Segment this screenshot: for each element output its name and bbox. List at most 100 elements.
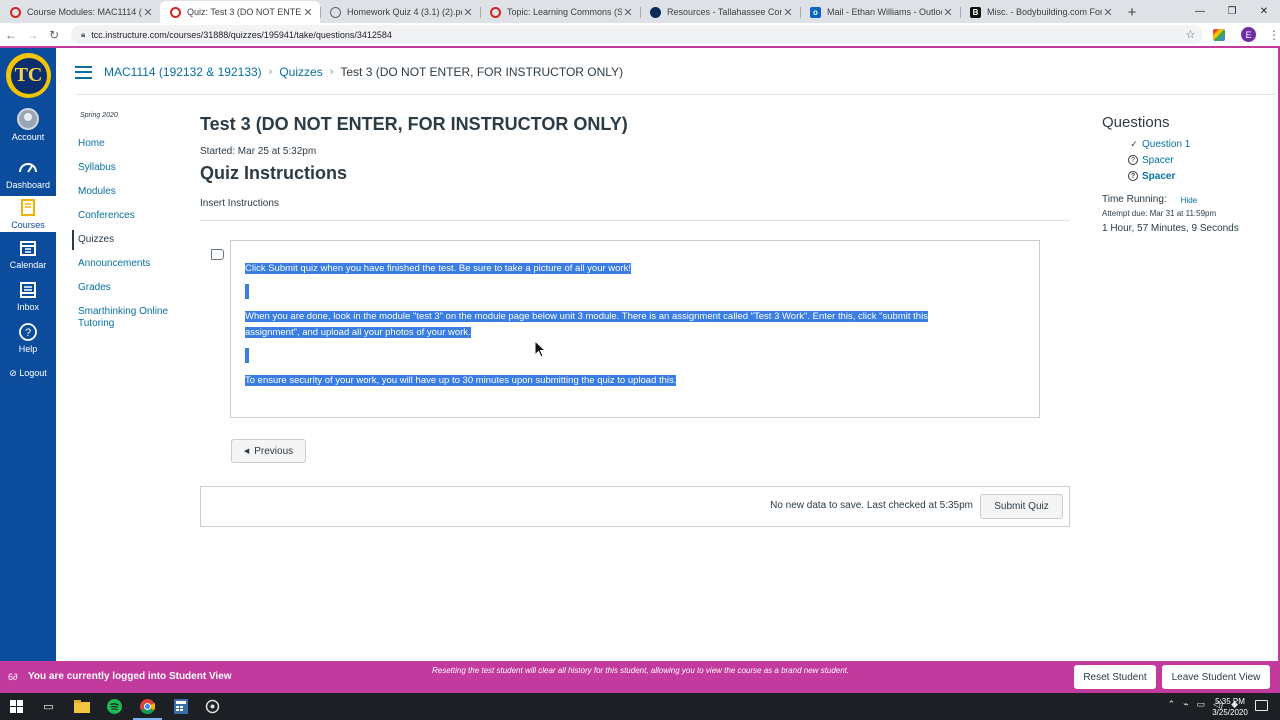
close-window-icon[interactable]: ✕: [1248, 0, 1280, 22]
course-nav-grades[interactable]: Grades: [72, 278, 187, 298]
browser-menu-icon[interactable]: ⋮: [1268, 28, 1280, 42]
attempt-due: Attempt due: Mar 31 at 11:59pm: [1102, 209, 1217, 218]
browser-tab[interactable]: Course Modules: MAC1114 (192 ✕: [0, 1, 160, 23]
global-nav-label: Calendar: [9, 260, 47, 270]
windows-logo-icon: [10, 700, 23, 713]
new-tab-button[interactable]: +: [1120, 1, 1144, 23]
windows-start-icon[interactable]: [8, 698, 25, 715]
calendar-icon: [20, 241, 36, 256]
close-icon[interactable]: ✕: [302, 6, 314, 19]
hide-timer-link[interactable]: Hide: [1181, 194, 1197, 207]
tray-chevron-icon[interactable]: ⌃: [1168, 699, 1176, 710]
browser-tab[interactable]: Homework Quiz 4 (3.1) (2).pdf ✕: [320, 1, 480, 23]
calculator-app-icon: [173, 699, 188, 714]
breadcrumb-course[interactable]: MAC1114 (192132 & 192133): [104, 65, 262, 79]
breadcrumb-quizzes[interactable]: Quizzes: [279, 65, 322, 79]
flag-question-icon[interactable]: [211, 249, 224, 260]
course-nav-smarthinking[interactable]: Smarthinking Online Tutoring: [72, 302, 187, 334]
question-box: Click Submit quiz when you have finished…: [230, 240, 1040, 418]
global-nav-account[interactable]: Account: [0, 108, 56, 142]
question-link-label: Question 1: [1142, 138, 1191, 150]
chrome-icon[interactable]: [133, 698, 162, 720]
back-icon[interactable]: ←: [0, 28, 22, 42]
student-view-frame-top: [0, 46, 1280, 48]
task-view-icon[interactable]: ▭: [40, 698, 57, 715]
global-nav-courses[interactable]: Courses: [0, 196, 56, 232]
chevron-right-icon: ›: [268, 66, 273, 78]
global-nav-calendar[interactable]: Calendar: [0, 238, 56, 270]
restore-icon[interactable]: ❐: [1216, 0, 1248, 22]
question-link-3[interactable]: ? Spacer: [1128, 168, 1190, 184]
tab-label: Resources - Tallahassee Commun: [667, 7, 782, 17]
global-nav: TC Account Dashboard Courses Calendar In…: [0, 48, 56, 661]
course-nav-announcements[interactable]: Announcements: [72, 254, 187, 274]
global-nav-label: Help: [18, 344, 38, 354]
global-nav-help[interactable]: ? Help: [0, 322, 56, 354]
reload-icon[interactable]: ↻: [43, 28, 65, 42]
page-title: Test 3 (DO NOT ENTER, FOR INSTRUCTOR ONL…: [200, 114, 628, 134]
close-icon[interactable]: ✕: [462, 6, 474, 19]
tcc-icon: [650, 6, 661, 18]
close-icon[interactable]: ✕: [1102, 6, 1114, 19]
close-icon[interactable]: ✕: [142, 6, 154, 19]
mouse-cursor-icon: [534, 340, 546, 358]
spotify-icon[interactable]: [106, 698, 123, 715]
network-icon[interactable]: ⌁: [1183, 699, 1188, 710]
browser-tab[interactable]: Resources - Tallahassee Commun ✕: [640, 1, 800, 23]
url-field[interactable]: 🔒︎ tcc.instructure.com/courses/31888/qui…: [70, 25, 1204, 44]
extension-icon[interactable]: [1213, 28, 1226, 41]
canvas-icon: [490, 6, 501, 18]
forward-icon[interactable]: →: [22, 28, 44, 42]
system-clock[interactable]: 5:35 PM 3/25/2020: [1210, 696, 1250, 718]
timer-row: Time Running: Hide: [1102, 194, 1197, 207]
course-nav-conferences[interactable]: Conferences: [72, 206, 187, 226]
question-circle-icon: ?: [1128, 155, 1138, 165]
leave-student-view-button[interactable]: Leave Student View: [1162, 665, 1270, 689]
close-icon[interactable]: ✕: [622, 6, 634, 19]
courses-book-icon: [21, 199, 35, 216]
global-nav-logout[interactable]: ⊘ Logout: [0, 368, 56, 379]
minimize-icon[interactable]: —: [1184, 0, 1216, 22]
question-link-2[interactable]: ? Spacer: [1128, 152, 1190, 168]
reset-student-button[interactable]: Reset Student: [1074, 665, 1156, 689]
college-logo[interactable]: TC: [6, 53, 51, 98]
display-icon[interactable]: ▭: [1197, 699, 1206, 710]
global-nav-inbox[interactable]: Inbox: [0, 280, 56, 312]
course-nav: Home Syllabus Modules Conferences Quizze…: [72, 134, 187, 338]
course-nav-quizzes[interactable]: Quizzes: [72, 230, 187, 250]
course-nav-modules[interactable]: Modules: [72, 182, 187, 202]
app-icon[interactable]: [204, 698, 221, 715]
global-nav-label: Logout: [19, 368, 47, 378]
global-nav-dashboard[interactable]: Dashboard: [0, 158, 56, 190]
close-icon[interactable]: ✕: [782, 6, 794, 19]
profile-avatar[interactable]: E: [1241, 27, 1256, 42]
submit-quiz-button[interactable]: Submit Quiz: [980, 494, 1063, 519]
question-link-label: Spacer: [1142, 154, 1174, 166]
bookmark-star-icon[interactable]: ☆: [1186, 28, 1196, 41]
quiz-submit-bar: No new data to save. Last checked at 5:3…: [200, 486, 1070, 527]
browser-tab-strip: Course Modules: MAC1114 (192 ✕ Quiz: Tes…: [0, 0, 1280, 23]
hamburger-menu-icon[interactable]: [75, 65, 92, 79]
started-time: Started: Mar 25 at 5:32pm: [200, 146, 317, 157]
browser-tab[interactable]: Topic: Learning Commons (Smar ✕: [480, 1, 640, 23]
global-nav-label: Account: [11, 132, 45, 142]
close-icon[interactable]: ✕: [942, 6, 954, 19]
question-paragraph: When you are done, look in the module "t…: [245, 309, 928, 341]
file-explorer-icon[interactable]: [73, 698, 90, 715]
tab-label: Homework Quiz 4 (3.1) (2).pdf: [347, 7, 462, 17]
tab-label: Course Modules: MAC1114 (192: [27, 7, 142, 17]
question-link-1[interactable]: ✓ Question 1: [1128, 136, 1190, 152]
caret-left-icon: ◀: [243, 448, 250, 455]
browser-tab-active[interactable]: Quiz: Test 3 (DO NOT ENTER, FO ✕: [160, 1, 320, 23]
browser-tab[interactable]: o Mail - Ethan Williams - Outlook ✕: [800, 1, 960, 23]
course-nav-syllabus[interactable]: Syllabus: [72, 158, 187, 178]
checkmark-icon: ✓: [1130, 138, 1138, 149]
calculator-icon[interactable]: [172, 698, 189, 715]
question-circle-icon: ?: [1128, 171, 1138, 181]
previous-button[interactable]: ◀ Previous: [231, 439, 306, 463]
time-running-label: Time Running:: [1102, 194, 1167, 205]
browser-tab[interactable]: B Misc. - Bodybuilding.com Forum ✕: [960, 1, 1120, 23]
course-nav-home[interactable]: Home: [72, 134, 187, 154]
outlook-icon: o: [810, 6, 821, 18]
notifications-icon[interactable]: [1255, 700, 1268, 711]
